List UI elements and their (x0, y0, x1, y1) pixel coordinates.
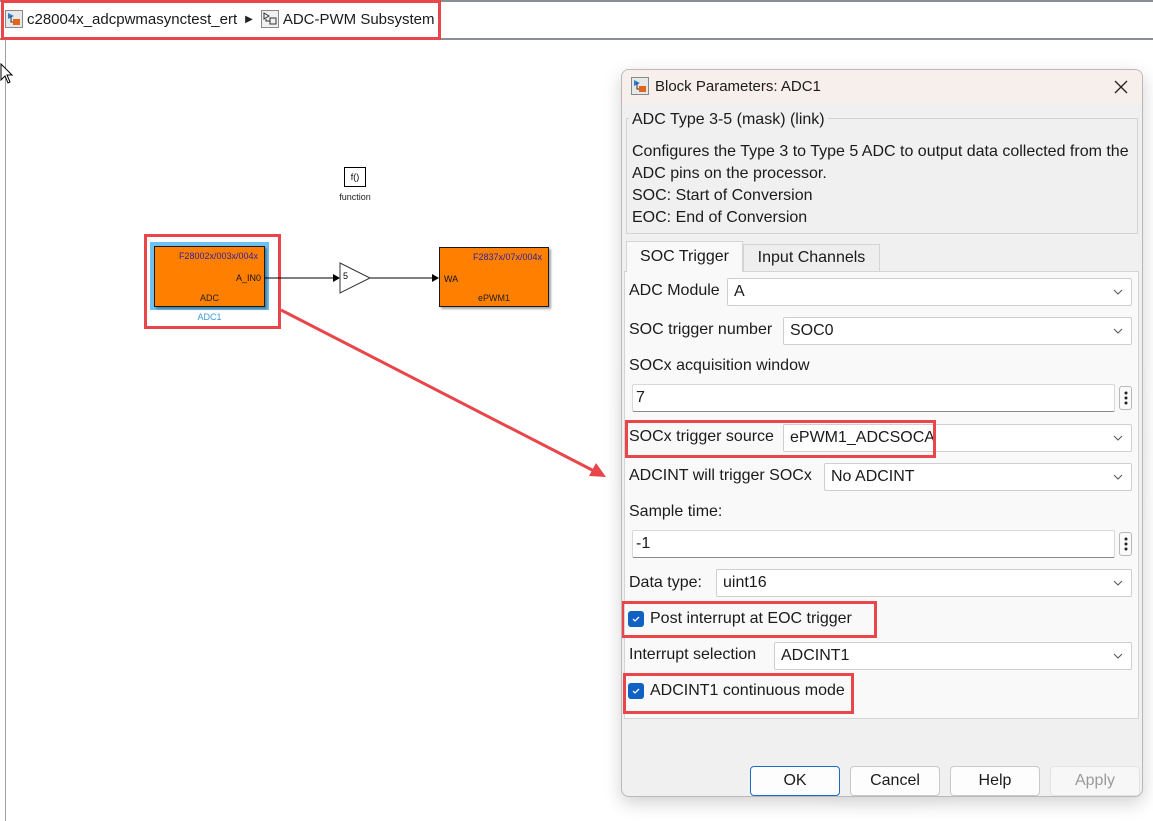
apply-button[interactable]: Apply (1050, 766, 1140, 796)
sample-time-label: Sample time: (629, 503, 723, 520)
description-line: EOC: End of Conversion (632, 209, 808, 226)
acquisition-window-more-icon[interactable] (1119, 386, 1132, 410)
close-icon[interactable] (1108, 74, 1134, 100)
acquisition-window-value: 7 (636, 389, 645, 406)
interrupt-selection-label: Interrupt selection (629, 646, 757, 663)
data-type-select[interactable]: uint16 (716, 569, 1132, 597)
acquisition-window-label: SOCx acquisition window (629, 357, 810, 374)
adcint-trigger-select[interactable]: No ADCINT (824, 463, 1132, 491)
data-type-value: uint16 (723, 574, 767, 591)
signal-arrowhead (432, 274, 439, 282)
acquisition-window-input[interactable]: 7 (632, 384, 1115, 412)
adcint-trigger-label: ADCINT will trigger SOCx (629, 467, 812, 484)
sample-time-input[interactable]: -1 (632, 530, 1115, 558)
help-button[interactable]: Help (950, 766, 1040, 796)
chevron-down-icon (1113, 289, 1123, 295)
continuous-mode-highlight-annotation (623, 673, 854, 714)
adc-module-value: A (734, 283, 745, 300)
cancel-button[interactable]: Cancel (850, 766, 940, 796)
trigger-source-highlight-annotation (625, 420, 936, 458)
block-parameters-dialog: Block Parameters: ADC1 ADC Type 3-5 (mas… (621, 69, 1143, 797)
ok-button[interactable]: OK (750, 766, 840, 796)
sample-time-more-icon[interactable] (1119, 532, 1132, 556)
simulink-block-icon (631, 77, 649, 95)
data-type-label: Data type: (629, 574, 702, 591)
adc-module-select[interactable]: A (727, 278, 1132, 306)
mask-description: Configures the Type 3 to Type 5 ADC to o… (632, 141, 1137, 229)
chevron-down-icon (1113, 328, 1123, 334)
mask-title: ADC Type 3-5 (mask) (link) (629, 111, 828, 129)
annotation-arrow-line (280, 308, 597, 474)
dialog-title: Block Parameters: ADC1 (655, 78, 821, 95)
adc-module-label: ADC Module (629, 282, 720, 299)
description-line: Configures the Type 3 to Type 5 ADC to o… (632, 143, 1129, 182)
dialog-titlebar[interactable]: Block Parameters: ADC1 (622, 70, 1142, 104)
tab-soc-trigger[interactable]: SOC Trigger (626, 241, 743, 272)
chevron-down-icon (1113, 580, 1123, 586)
post-interrupt-highlight-annotation (622, 601, 877, 638)
chevron-down-icon (1113, 435, 1123, 441)
gain-value: 5 (343, 271, 349, 281)
signal-arrowhead (333, 274, 340, 282)
soc-trigger-number-value: SOC0 (790, 322, 834, 339)
soc-trigger-number-select[interactable]: SOC0 (783, 317, 1132, 345)
interrupt-selection-select[interactable]: ADCINT1 (774, 642, 1132, 670)
description-line: SOC: Start of Conversion (632, 187, 813, 204)
soc-trigger-number-label: SOC trigger number (629, 321, 773, 338)
interrupt-selection-value: ADCINT1 (781, 647, 850, 664)
chevron-down-icon (1113, 474, 1123, 480)
sample-time-value: -1 (636, 535, 651, 552)
chevron-down-icon (1113, 653, 1123, 659)
adcint-trigger-value: No ADCINT (831, 468, 915, 485)
tab-input-channels[interactable]: Input Channels (743, 244, 880, 271)
